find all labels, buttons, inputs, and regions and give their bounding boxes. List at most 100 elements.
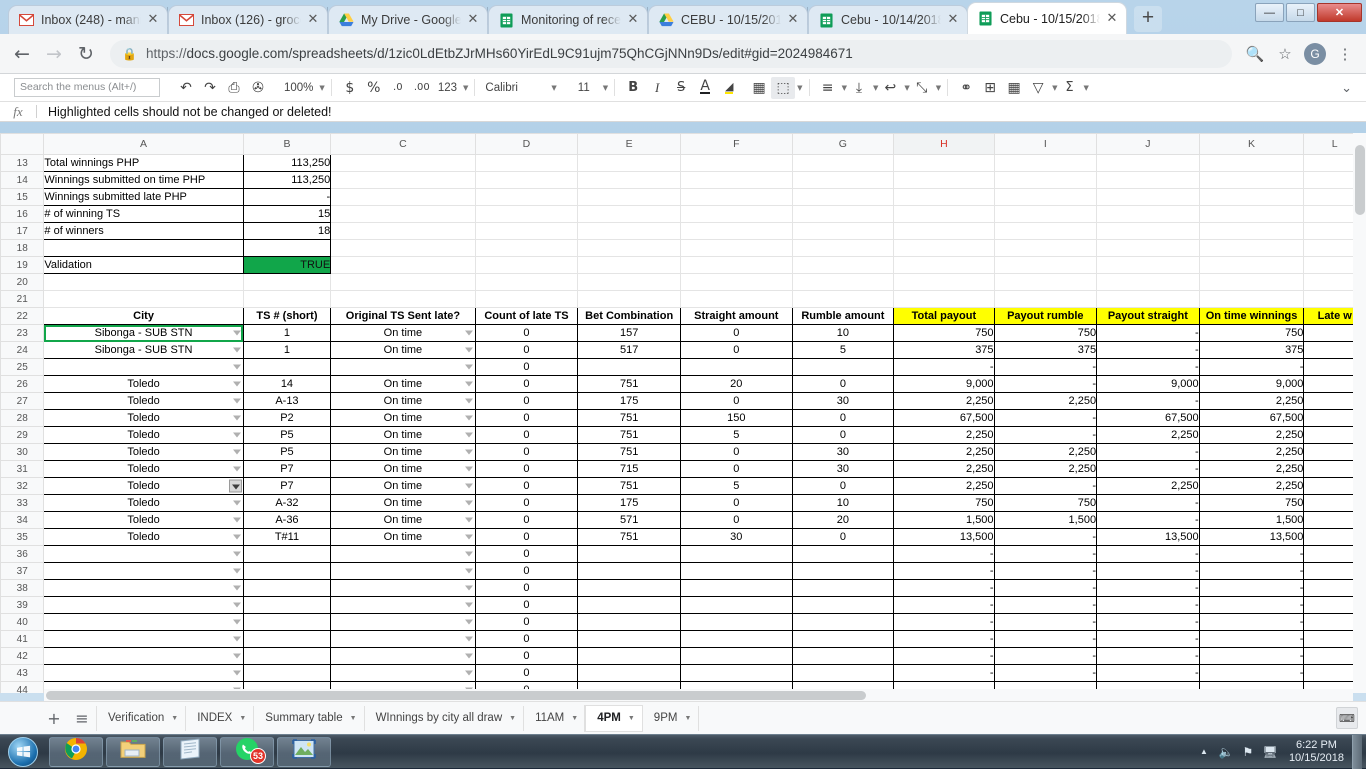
- close-tab-button[interactable]: ✕: [1104, 11, 1120, 27]
- empty-cell[interactable]: [894, 189, 994, 206]
- table-cell-bet[interactable]: 175: [578, 393, 681, 410]
- sheet-tab[interactable]: WInnings by city all draw▼: [364, 706, 523, 731]
- table-cell-total[interactable]: -: [894, 631, 994, 648]
- row-header[interactable]: 38: [1, 580, 44, 597]
- table-cell-straight[interactable]: 0: [681, 325, 793, 342]
- chevron-down-icon[interactable]: ▼: [463, 84, 468, 92]
- row-header[interactable]: 28: [1, 410, 44, 427]
- show-hidden-icons-button[interactable]: ▲: [1193, 747, 1215, 756]
- table-cell-late[interactable]: [331, 563, 475, 580]
- table-cell-bet[interactable]: [578, 665, 681, 682]
- table-cell-late[interactable]: [331, 597, 475, 614]
- table-cell-ontime[interactable]: -: [1199, 580, 1304, 597]
- table-cell-bet[interactable]: 157: [578, 325, 681, 342]
- table-cell-count[interactable]: 0: [475, 631, 578, 648]
- insert-link-button[interactable]: ⚭: [954, 77, 978, 99]
- table-cell-count[interactable]: 0: [475, 529, 578, 546]
- table-cell-late[interactable]: On time: [331, 410, 475, 427]
- table-cell-pay_straight[interactable]: -: [1097, 461, 1200, 478]
- table-cell-rumble[interactable]: 20: [792, 512, 894, 529]
- empty-cell[interactable]: [994, 172, 1097, 189]
- borders-button[interactable]: ▦: [747, 77, 771, 99]
- close-tab-button[interactable]: ✕: [305, 12, 321, 28]
- row-header[interactable]: 29: [1, 427, 44, 444]
- column-header[interactable]: C: [331, 134, 475, 155]
- table-cell-bet[interactable]: [578, 546, 681, 563]
- data-validation-dropdown-icon[interactable]: [233, 501, 241, 506]
- table-cell-bet[interactable]: [578, 563, 681, 580]
- table-cell-late[interactable]: [331, 359, 475, 376]
- empty-cell[interactable]: [792, 274, 894, 291]
- table-cell-pay_rumble[interactable]: -: [994, 665, 1097, 682]
- filter-button[interactable]: ▽: [1026, 77, 1050, 99]
- table-cell-city[interactable]: Toledo: [44, 444, 243, 461]
- table-cell-rumble[interactable]: 0: [792, 427, 894, 444]
- italic-button[interactable]: I: [645, 77, 669, 99]
- text-wrap-button[interactable]: ↩: [878, 77, 902, 99]
- browser-tab[interactable]: Cebu - 10/15/2018✕: [967, 2, 1127, 34]
- table-cell-total[interactable]: 2,250: [894, 444, 994, 461]
- summary-value-cell[interactable]: 18: [243, 223, 331, 240]
- empty-cell[interactable]: [331, 206, 475, 223]
- browser-tab[interactable]: CEBU - 10/15/2018✕: [648, 5, 808, 34]
- row-header[interactable]: 15: [1, 189, 44, 206]
- table-cell-ts[interactable]: P7: [243, 461, 331, 478]
- chevron-down-icon[interactable]: ▼: [797, 84, 802, 92]
- table-cell-ontime[interactable]: -: [1199, 665, 1304, 682]
- table-cell-ontime[interactable]: -: [1199, 563, 1304, 580]
- close-tab-button[interactable]: ✕: [465, 12, 481, 28]
- table-cell-bet[interactable]: 517: [578, 342, 681, 359]
- table-cell-pay_rumble[interactable]: 1,500: [994, 512, 1097, 529]
- table-cell-count[interactable]: 0: [475, 410, 578, 427]
- forward-button[interactable]: →: [38, 38, 70, 70]
- empty-cell[interactable]: [894, 274, 994, 291]
- spreadsheet-grid[interactable]: ABCDEFGHIJKL13Total winnings PHP113,2501…: [0, 133, 1366, 693]
- table-cell-city[interactable]: [44, 563, 243, 580]
- table-cell-rumble[interactable]: [792, 359, 894, 376]
- table-cell-ontime[interactable]: 375: [1199, 342, 1304, 359]
- table-cell-pay_straight[interactable]: 2,250: [1097, 478, 1200, 495]
- data-validation-dropdown-icon[interactable]: [465, 569, 473, 574]
- paint-format-button[interactable]: ✇: [246, 77, 270, 99]
- table-cell-straight[interactable]: 0: [681, 342, 793, 359]
- table-cell-count[interactable]: 0: [475, 648, 578, 665]
- empty-cell[interactable]: [475, 291, 578, 308]
- table-cell-ontime[interactable]: 67,500: [1199, 410, 1304, 427]
- table-cell-bet[interactable]: 751: [578, 427, 681, 444]
- empty-cell[interactable]: [894, 291, 994, 308]
- row-header[interactable]: 39: [1, 597, 44, 614]
- table-column-header[interactable]: On time winnings: [1199, 308, 1304, 325]
- table-cell-pay_straight[interactable]: -: [1097, 444, 1200, 461]
- chevron-down-icon[interactable]: ▼: [603, 84, 608, 92]
- table-cell-total[interactable]: -: [894, 597, 994, 614]
- table-cell-total[interactable]: -: [894, 648, 994, 665]
- row-header[interactable]: 42: [1, 648, 44, 665]
- notepad-taskbar-button[interactable]: [163, 737, 217, 767]
- row-header[interactable]: 24: [1, 342, 44, 359]
- empty-cell[interactable]: [578, 189, 681, 206]
- empty-cell[interactable]: [994, 291, 1097, 308]
- summary-label-cell[interactable]: # of winning TS: [44, 206, 243, 223]
- back-button[interactable]: ←: [6, 38, 38, 70]
- chevron-down-icon[interactable]: ▼: [571, 715, 578, 722]
- vertical-align-button[interactable]: ⤓: [847, 77, 871, 99]
- avatar[interactable]: G: [1304, 43, 1326, 65]
- table-cell-city[interactable]: Toledo: [44, 376, 243, 393]
- column-header[interactable]: D: [475, 134, 578, 155]
- table-cell-ts[interactable]: [243, 359, 331, 376]
- horizontal-align-button[interactable]: ≡: [816, 77, 840, 99]
- table-cell-late[interactable]: On time: [331, 325, 475, 342]
- fill-color-button[interactable]: ◢: [717, 77, 741, 99]
- data-validation-dropdown-icon[interactable]: [233, 416, 241, 421]
- table-cell-pay_straight[interactable]: 13,500: [1097, 529, 1200, 546]
- empty-cell[interactable]: [1199, 291, 1304, 308]
- table-cell-pay_straight[interactable]: -: [1097, 359, 1200, 376]
- table-cell-late[interactable]: On time: [331, 529, 475, 546]
- table-cell-rumble[interactable]: 10: [792, 495, 894, 512]
- table-cell-pay_rumble[interactable]: 750: [994, 325, 1097, 342]
- table-cell-city[interactable]: [44, 580, 243, 597]
- empty-cell[interactable]: [331, 155, 475, 172]
- table-cell-late[interactable]: On time: [331, 461, 475, 478]
- empty-cell[interactable]: [681, 172, 793, 189]
- chrome-taskbar-button[interactable]: [49, 737, 103, 767]
